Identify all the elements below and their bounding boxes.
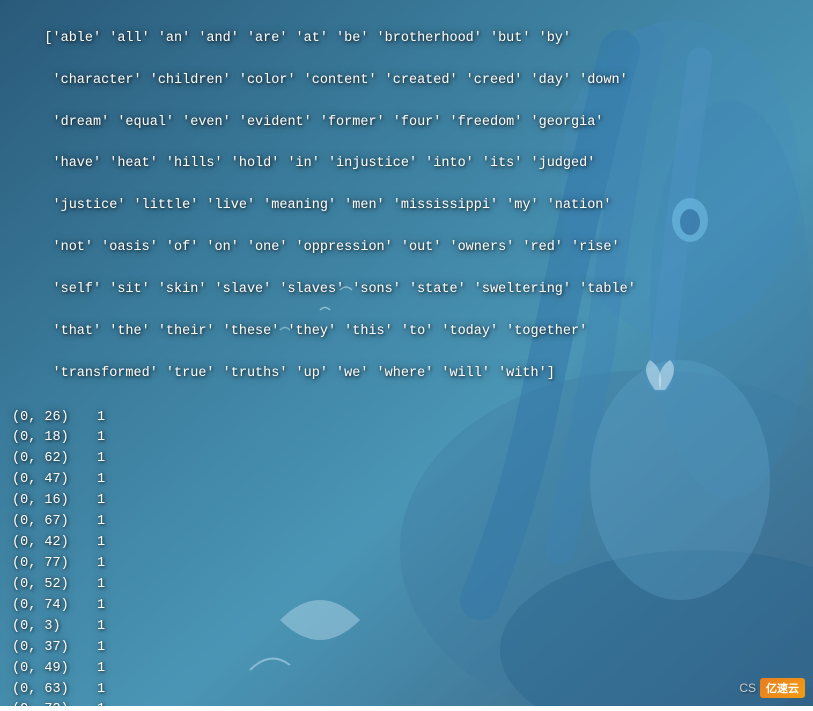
table-row: (0, 18) 1 [12,428,801,449]
word-list-line2: 'character' 'children' 'color' 'content'… [44,73,627,88]
word-list-line4: 'have' 'heat' 'hills' 'hold' 'in' 'injus… [44,156,595,171]
row-value: 1 [97,512,105,533]
word-list-line1: ['able' 'all' 'an' 'and' 'are' 'at' 'be'… [44,31,571,46]
row-key: (0, 49) [12,659,97,680]
watermark: CS 亿速云 [739,678,805,698]
row-key: (0, 52) [12,575,97,596]
table-row: (0, 37) 1 [12,638,801,659]
row-value: 1 [97,491,105,512]
table-row: (0, 26) 1 [12,408,801,429]
row-key: (0, 3) [12,617,97,638]
watermark-cs-text: CS [739,681,756,695]
row-value: 1 [97,408,105,429]
watermark-brand-badge: 亿速云 [760,678,805,698]
table-row: (0, 42) 1 [12,533,801,554]
table-row: (0, 74) 1 [12,596,801,617]
row-key: (0, 26) [12,408,97,429]
row-key: (0, 16) [12,491,97,512]
table-row: (0, 52) 1 [12,575,801,596]
table-row: (0, 63) 1 [12,680,801,701]
row-value: 1 [97,680,105,701]
row-key: (0, 18) [12,428,97,449]
row-value: 1 [97,638,105,659]
table-row: (0, 47) 1 [12,470,801,491]
row-value: 1 [97,617,105,638]
row-value: 1 [97,533,105,554]
word-list: ['able' 'all' 'an' 'and' 'are' 'at' 'be'… [12,8,801,406]
row-key: (0, 72) [12,700,97,706]
data-rows-container: (0, 26) 1 (0, 18) 1 (0, 62) 1 (0, 47) 1 … [12,408,801,706]
word-list-line9: 'transformed' 'true' 'truths' 'up' 'we' … [44,366,554,381]
row-value: 1 [97,659,105,680]
row-key: (0, 62) [12,449,97,470]
row-value: 1 [97,428,105,449]
row-key: (0, 67) [12,512,97,533]
row-value: 1 [97,596,105,617]
table-row: (0, 77) 1 [12,554,801,575]
content-area: ['able' 'all' 'an' 'and' 'are' 'at' 'be'… [0,0,813,706]
word-list-line5: 'justice' 'little' 'live' 'meaning' 'men… [44,198,611,213]
table-row: (0, 49) 1 [12,659,801,680]
word-list-line7: 'self' 'sit' 'skin' 'slave' 'slaves' 'so… [44,282,635,297]
word-list-line8: 'that' 'the' 'their' 'these' 'they' 'thi… [44,324,587,339]
table-row: (0, 67) 1 [12,512,801,533]
row-value: 1 [97,449,105,470]
row-key: (0, 77) [12,554,97,575]
table-row: (0, 62) 1 [12,449,801,470]
table-row: (0, 16) 1 [12,491,801,512]
row-key: (0, 42) [12,533,97,554]
row-key: (0, 47) [12,470,97,491]
row-key: (0, 63) [12,680,97,701]
table-row: (0, 72) 1 [12,700,801,706]
row-value: 1 [97,470,105,491]
word-list-line6: 'not' 'oasis' 'of' 'on' 'one' 'oppressio… [44,240,619,255]
row-value: 1 [97,554,105,575]
word-list-line3: 'dream' 'equal' 'even' 'evident' 'former… [44,115,603,130]
row-value: 1 [97,700,105,706]
row-key: (0, 74) [12,596,97,617]
table-row: (0, 3) 1 [12,617,801,638]
row-key: (0, 37) [12,638,97,659]
row-value: 1 [97,575,105,596]
